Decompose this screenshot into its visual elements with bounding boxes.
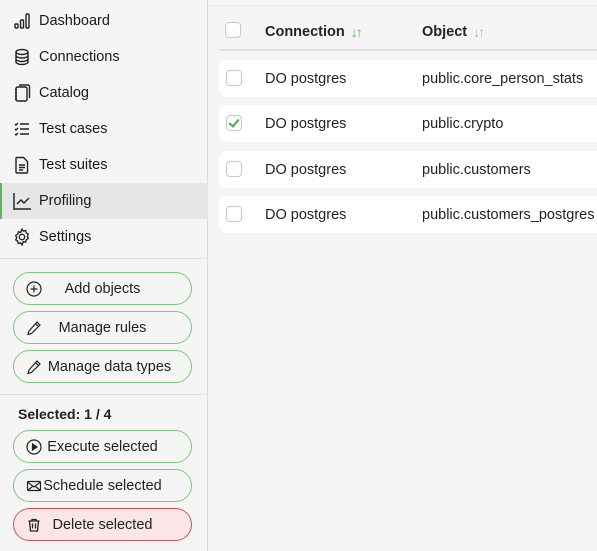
object-cell: public.customers — [422, 162, 531, 178]
column-header-object[interactable]: Object ↓↑ — [422, 24, 485, 40]
add-objects-label: Add objects — [64, 280, 141, 297]
column-label: Object — [422, 24, 468, 40]
main-content: Connection ↓↑ Object ↓↑ DO postgres publ… — [209, 0, 597, 551]
sidebar-item-test-suites[interactable]: Test suites — [0, 147, 208, 183]
sidebar-item-label: Catalog — [39, 85, 89, 101]
manage-data-types-button[interactable]: Manage data types — [13, 350, 192, 383]
table-row[interactable]: DO postgres public.core_person_stats — [219, 60, 597, 97]
object-cell: public.customers_postgres — [422, 207, 595, 223]
document-icon — [12, 155, 32, 175]
connection-cell: DO postgres — [265, 207, 347, 223]
selection-count: Selected: 1 / 4 — [18, 406, 112, 422]
sidebar-item-settings[interactable]: Settings — [0, 219, 208, 255]
sidebar-item-connections[interactable]: Connections — [0, 39, 208, 75]
schedule-selected-label: Schedule selected — [43, 477, 162, 494]
schedule-selected-button[interactable]: Schedule selected — [13, 469, 192, 502]
delete-selected-label: Delete selected — [52, 516, 153, 533]
line-chart-icon — [12, 191, 32, 211]
object-cell: public.core_person_stats — [422, 71, 584, 87]
column-header-connection[interactable]: Connection ↓↑ — [265, 24, 363, 40]
divider — [0, 394, 208, 395]
column-label: Connection — [265, 24, 345, 40]
sidebar-item-catalog[interactable]: Catalog — [0, 75, 208, 111]
object-cell: public.crypto — [422, 116, 504, 132]
sidebar-item-test-cases[interactable]: Test cases — [0, 111, 208, 147]
plus-circle-icon — [26, 281, 42, 297]
manage-rules-label: Manage rules — [58, 319, 147, 336]
manage-data-types-label: Manage data types — [47, 358, 172, 375]
bar-chart-icon — [12, 11, 32, 31]
connection-cell: DO postgres — [265, 162, 347, 178]
sidebar-item-label: Test suites — [39, 157, 108, 173]
database-icon — [12, 47, 32, 67]
row-checkbox[interactable] — [226, 206, 242, 222]
sort-icon[interactable]: ↓↑ — [473, 24, 485, 40]
execute-selected-label: Execute selected — [47, 438, 158, 455]
table-row[interactable]: DO postgres public.customers — [219, 151, 597, 188]
sidebar-item-label: Connections — [39, 49, 120, 65]
add-objects-button[interactable]: Add objects — [13, 272, 192, 305]
delete-selected-button[interactable]: Delete selected — [13, 508, 192, 541]
trash-icon — [26, 517, 42, 533]
sidebar: Dashboard Connections Catalog Test cases — [0, 0, 208, 551]
envelope-icon — [26, 478, 42, 494]
play-circle-icon — [26, 439, 42, 455]
connection-cell: DO postgres — [265, 116, 347, 132]
execute-selected-button[interactable]: Execute selected — [13, 430, 192, 463]
sort-icon[interactable]: ↓↑ — [351, 24, 363, 40]
gear-icon — [12, 227, 32, 247]
sidebar-item-label: Dashboard — [39, 13, 110, 29]
sidebar-item-dashboard[interactable]: Dashboard — [0, 3, 208, 39]
pencil-icon — [26, 359, 42, 375]
sidebar-item-profiling[interactable]: Profiling — [0, 183, 208, 219]
sidebar-item-label: Test cases — [39, 121, 108, 137]
row-checkbox[interactable] — [226, 161, 242, 177]
select-all-checkbox[interactable] — [225, 22, 241, 38]
pencil-icon — [26, 320, 42, 336]
notebook-icon — [12, 83, 32, 103]
header-divider — [219, 49, 597, 51]
connection-cell: DO postgres — [265, 71, 347, 87]
row-checkbox[interactable] — [226, 70, 242, 86]
table-row[interactable]: DO postgres public.customers_postgres — [219, 196, 597, 233]
sidebar-item-label: Profiling — [39, 193, 92, 209]
checklist-icon — [12, 119, 32, 139]
sidebar-item-label: Settings — [39, 229, 92, 245]
divider — [0, 258, 208, 259]
row-checkbox[interactable] — [226, 115, 242, 131]
manage-rules-button[interactable]: Manage rules — [13, 311, 192, 344]
table-row[interactable]: DO postgres public.crypto — [219, 105, 597, 142]
